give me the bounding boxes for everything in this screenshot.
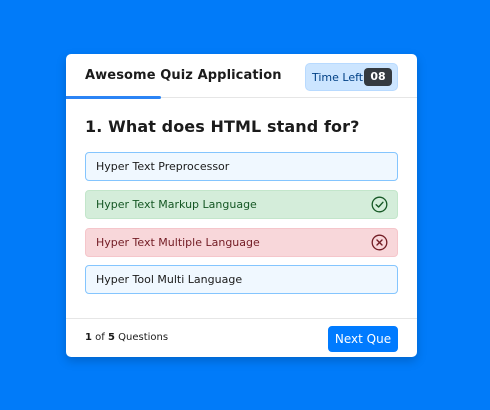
quiz-box: Awesome Quiz Application Time Left 08 1.… (66, 54, 417, 357)
option-text: Hyper Text Multiple Language (96, 236, 260, 249)
quiz-header: Awesome Quiz Application Time Left 08 (66, 54, 417, 99)
option-text: Hyper Text Preprocessor (96, 160, 230, 173)
next-question-button[interactable]: Next Que (328, 326, 398, 352)
timer-box: Time Left 08 (305, 63, 398, 91)
timer-seconds: 08 (364, 68, 392, 86)
timer-label: Time Left (312, 71, 364, 84)
option-4[interactable]: Hyper Tool Multi Language (85, 265, 398, 294)
counter-of-word: of (95, 332, 105, 343)
option-text: Hyper Tool Multi Language (96, 273, 243, 286)
counter-questions-word: Questions (118, 332, 169, 343)
x-circle-icon (371, 234, 388, 251)
option-1[interactable]: Hyper Text Preprocessor (85, 152, 398, 181)
check-circle-icon (371, 196, 388, 213)
option-3[interactable]: Hyper Text Multiple Language (85, 228, 398, 257)
app-title: Awesome Quiz Application (85, 68, 282, 83)
question-counter: 1 of 5 Questions (85, 332, 168, 343)
total-questions-number: 5 (107, 332, 115, 343)
quiz-footer: 1 of 5 Questions Next Que (66, 318, 417, 357)
option-2[interactable]: Hyper Text Markup Language (85, 190, 398, 219)
option-text: Hyper Text Markup Language (96, 198, 257, 211)
question-title: 1. What does HTML stand for? (85, 117, 360, 136)
header-accent-underline (66, 96, 161, 99)
current-question-number: 1 (85, 332, 92, 343)
